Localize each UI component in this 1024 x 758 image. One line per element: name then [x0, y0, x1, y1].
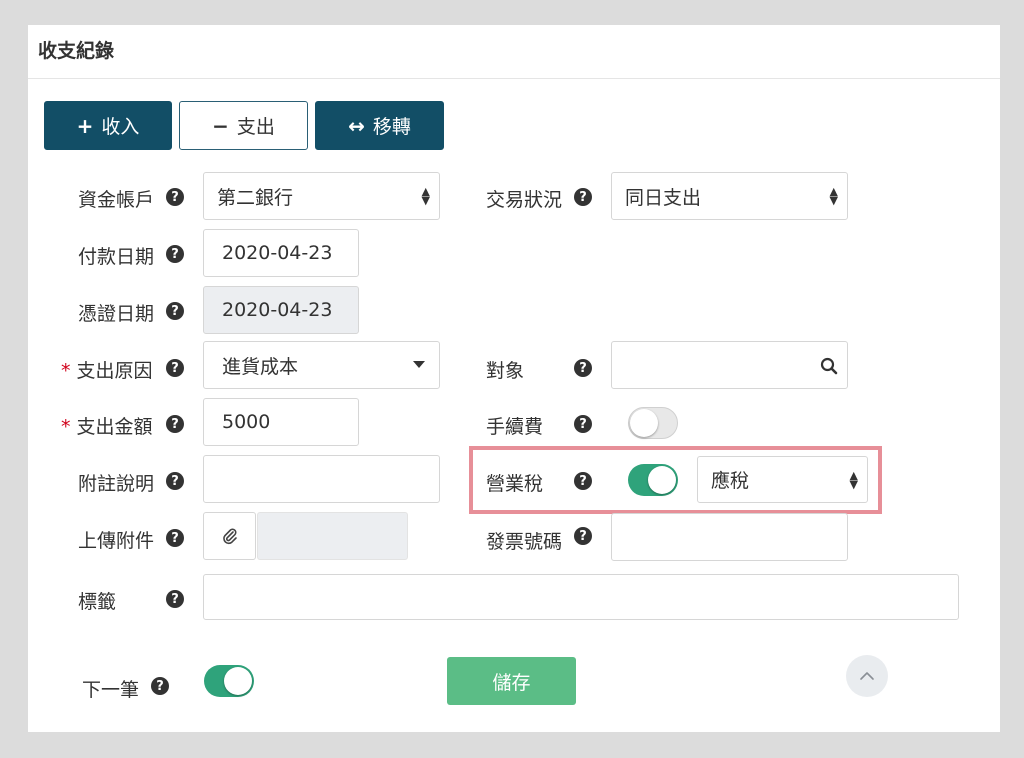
next-entry-label: 下一筆 — [82, 679, 140, 701]
income-button[interactable]: + 收入 — [44, 101, 172, 150]
swap-arrows-icon: ↔ — [348, 113, 365, 138]
sort-arrows-icon: ▲ ▼ — [829, 185, 838, 207]
target-label: 對象 — [486, 360, 525, 382]
status-label: 交易狀況 — [486, 189, 563, 211]
toggle-knob — [648, 466, 676, 494]
account-label: 資金帳戶 — [78, 189, 155, 211]
target-search-input[interactable] — [611, 341, 848, 389]
attachment-filename-field — [257, 512, 408, 560]
tax-type-value: 應稅 — [711, 470, 750, 492]
attachment-label: 上傳附件 — [78, 530, 155, 552]
pay-date-label: 付款日期 — [78, 246, 155, 268]
sort-arrows-icon: ▲ ▼ — [421, 185, 430, 207]
minus-icon: − — [212, 113, 229, 138]
panel-title: 收支紀錄 — [38, 40, 115, 62]
toggle-knob — [630, 409, 658, 437]
note-label: 附註說明 — [78, 473, 155, 495]
amount-value: 5000 — [222, 411, 271, 433]
help-icon[interactable]: ? — [166, 472, 184, 490]
next-entry-toggle[interactable] — [204, 665, 254, 697]
tax-type-select[interactable]: 應稅 ▲ ▼ — [697, 456, 868, 503]
search-icon[interactable] — [820, 357, 838, 375]
pay-date-value: 2020-04-23 — [222, 242, 333, 264]
chevron-up-icon — [860, 672, 874, 680]
help-icon[interactable]: ? — [574, 359, 592, 377]
save-button[interactable]: 儲存 — [447, 657, 576, 705]
reason-label-text: 支出原因 — [76, 360, 153, 382]
required-mark: * — [61, 416, 71, 438]
help-icon[interactable]: ? — [166, 302, 184, 320]
required-mark: * — [61, 360, 71, 382]
amount-input[interactable]: 5000 — [203, 398, 359, 446]
toggle-knob — [224, 667, 252, 695]
transfer-button-label: 移轉 — [372, 116, 411, 138]
help-icon[interactable]: ? — [574, 188, 592, 206]
attach-button[interactable] — [203, 512, 256, 560]
help-icon[interactable]: ? — [166, 245, 184, 263]
expense-button[interactable]: − 支出 — [179, 101, 308, 150]
tax-toggle[interactable] — [628, 464, 678, 496]
paperclip-icon — [222, 528, 237, 545]
help-icon[interactable]: ? — [574, 415, 592, 433]
scroll-top-button[interactable] — [846, 655, 888, 697]
tax-label: 營業稅 — [486, 473, 544, 495]
reason-select[interactable]: 進貨成本 — [203, 341, 440, 389]
expense-button-label: 支出 — [236, 116, 275, 138]
transfer-button[interactable]: ↔ 移轉 — [315, 101, 444, 150]
invoice-input[interactable] — [611, 513, 848, 561]
income-button-label: 收入 — [101, 116, 140, 138]
tags-label: 標籤 — [78, 591, 117, 613]
help-icon[interactable]: ? — [166, 590, 184, 608]
tags-input[interactable] — [203, 574, 959, 620]
sort-arrows-icon: ▲ ▼ — [849, 468, 858, 491]
reason-select-value: 進貨成本 — [222, 355, 299, 378]
caret-down-icon — [413, 361, 425, 368]
status-select[interactable]: 同日支出 ▲ ▼ — [611, 172, 848, 220]
pay-date-input[interactable]: 2020-04-23 — [203, 229, 359, 277]
fee-label: 手續費 — [486, 416, 544, 438]
help-icon[interactable]: ? — [574, 527, 592, 545]
amount-label: * 支出金額 — [61, 412, 153, 439]
account-select[interactable]: 第二銀行 ▲ ▼ — [203, 172, 440, 220]
reason-label: * 支出原因 — [61, 356, 153, 383]
voucher-date-value: 2020-04-23 — [222, 299, 333, 321]
voucher-date-input: 2020-04-23 — [203, 286, 359, 334]
account-select-value: 第二銀行 — [217, 186, 294, 209]
status-select-value: 同日支出 — [625, 186, 702, 209]
help-icon[interactable]: ? — [166, 529, 184, 547]
plus-icon: + — [76, 113, 94, 138]
help-icon[interactable]: ? — [166, 415, 184, 433]
fee-toggle[interactable] — [628, 407, 678, 439]
income-expense-panel: 收支紀錄 + 收入 − 支出 ↔ 移轉 資金帳戶 ? 第二銀行 ▲ ▼ 交易狀況 … — [28, 25, 1000, 732]
voucher-date-label: 憑證日期 — [78, 303, 155, 325]
help-icon[interactable]: ? — [151, 677, 169, 695]
divider — [28, 78, 1000, 79]
amount-label-text: 支出金額 — [76, 416, 153, 438]
help-icon[interactable]: ? — [574, 472, 592, 490]
invoice-label: 發票號碼 — [486, 531, 563, 553]
help-icon[interactable]: ? — [166, 188, 184, 206]
help-icon[interactable]: ? — [166, 359, 184, 377]
note-input[interactable] — [203, 455, 440, 503]
